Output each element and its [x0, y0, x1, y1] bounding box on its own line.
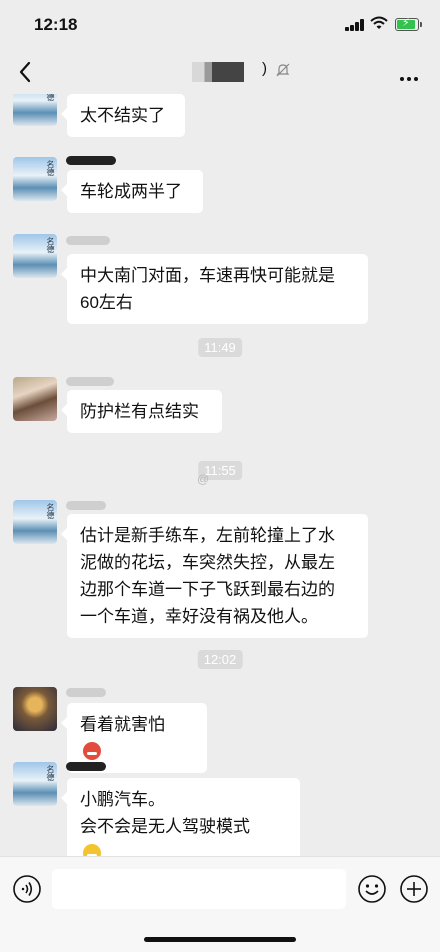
message-line: 看着就害怕 — [80, 711, 194, 765]
home-indicator — [144, 937, 296, 942]
mute-bell-icon — [276, 63, 290, 77]
message-bubble[interactable]: 小鹏汽车。 会不会是无人驾驶模式 — [61, 778, 300, 856]
avatar[interactable]: 名德 — [13, 94, 57, 126]
status-time: 12:18 — [34, 15, 78, 34]
input-bar — [0, 856, 440, 952]
avatar[interactable]: 名德 — [13, 500, 57, 544]
message-line: 会不会是无人驾驶模式 — [80, 813, 287, 856]
avatar[interactable]: 名德 — [13, 157, 57, 201]
signal-icon — [345, 19, 365, 31]
battery-tip — [420, 22, 422, 27]
message-bubble[interactable]: 中大南门对面，车速再快可能就是 60左右 — [61, 254, 368, 324]
message-bubble[interactable]: 估计是新手练车，左前轮撞上了水 泥做的花坛，车突然失控，从最左 边那个车道一下子… — [61, 514, 368, 638]
sender-name-redacted — [66, 236, 110, 245]
more-icon[interactable] — [400, 68, 421, 86]
chat-title-suffix: ) — [262, 60, 267, 77]
status-bar: 12:18 ⚡ — [0, 0, 440, 48]
avatar[interactable] — [13, 377, 57, 421]
timestamp: 11:49 — [198, 338, 242, 357]
sender-name-redacted — [66, 501, 106, 510]
message-line: 防护栏有点结实 — [80, 402, 199, 421]
sender-name-redacted — [66, 156, 116, 165]
avatar[interactable] — [13, 687, 57, 731]
message-bubble[interactable]: 太不结实了 — [61, 94, 185, 137]
message-line: 60左右 — [80, 293, 133, 312]
battery-icon: ⚡ — [395, 17, 419, 31]
watermark: @ — [197, 472, 210, 486]
emoji-icon[interactable] — [357, 874, 387, 904]
plus-icon[interactable] — [399, 874, 429, 904]
message-bubble[interactable]: 防护栏有点结实 — [61, 390, 222, 433]
chat-header: ) — [0, 48, 440, 94]
sender-name-redacted — [66, 688, 106, 697]
wifi-icon — [370, 16, 388, 29]
grin-emoji-icon — [83, 844, 101, 856]
avatar[interactable]: 名德 — [13, 762, 57, 806]
message-input[interactable] — [52, 869, 346, 909]
sender-name-redacted — [66, 762, 106, 771]
message-line: 泥做的花坛，车突然失控，从最左 — [80, 553, 335, 572]
voice-input-icon[interactable] — [12, 874, 42, 904]
timestamp: 12:02 — [197, 650, 243, 669]
message-line: 一个车道，幸好没有祸及他人。 — [80, 607, 318, 626]
message-line: 太不结实了 — [80, 106, 165, 125]
back-icon[interactable] — [18, 61, 32, 83]
message-line: 估计是新手练车，左前轮撞上了水 — [80, 526, 335, 545]
chat-title-redacted — [192, 62, 244, 82]
sender-name-redacted — [66, 377, 114, 386]
message-bubble[interactable]: 车轮成两半了 — [61, 170, 203, 213]
message-line: 车轮成两半了 — [80, 182, 182, 201]
chat-area[interactable]: 名德 太不结实了 名德 车轮成两半了 名德 中大南门对面，车速再快可能就是 60… — [0, 94, 440, 856]
avatar[interactable]: 名德 — [13, 234, 57, 278]
message-line: 中大南门对面，车速再快可能就是 — [80, 266, 335, 285]
message-line: 边那个车道一下子飞跃到最右边的 — [80, 580, 335, 599]
message-line: 小鹏汽车。 — [80, 790, 165, 809]
scared-emoji-icon — [83, 742, 101, 760]
